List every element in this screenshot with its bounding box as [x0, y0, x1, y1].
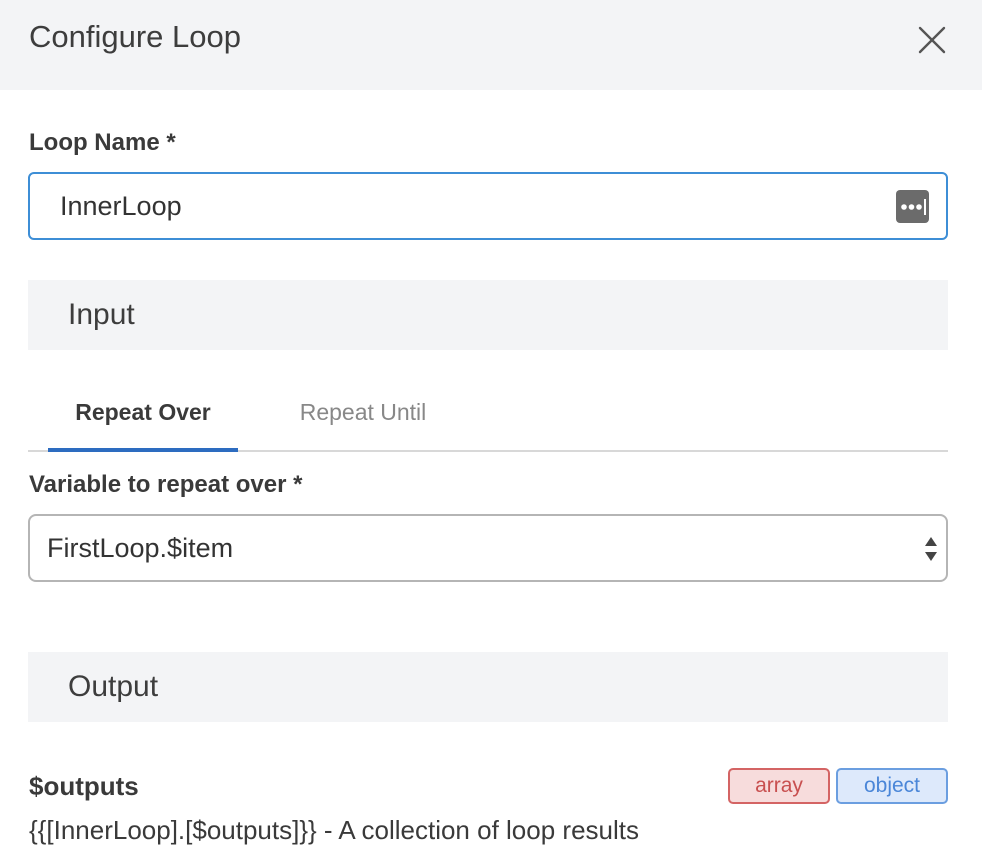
output-description: {{[InnerLoop].[$outputs]}} - A collectio… [29, 815, 639, 845]
tab-repeat-until[interactable]: Repeat Until [278, 376, 448, 450]
loop-name-input[interactable] [60, 174, 880, 238]
tab-repeat-over[interactable]: Repeat Over [48, 376, 238, 452]
output-section-title: Output [68, 670, 159, 703]
output-section-header: Output [28, 652, 948, 722]
loop-name-options-button[interactable] [896, 190, 929, 223]
type-badge-object: object [836, 768, 948, 804]
loop-name-field-wrapper [28, 172, 948, 240]
select-arrows-icon [923, 534, 939, 564]
input-section-title: Input [68, 298, 135, 331]
input-section-header: Input [28, 280, 948, 350]
variable-label: Variable to repeat over * [29, 471, 303, 498]
more-dots-icon [901, 199, 926, 215]
dialog-title: Configure Loop [29, 19, 241, 54]
output-name: $outputs [29, 771, 139, 801]
input-tabs: Repeat Over Repeat Until [28, 376, 948, 452]
close-button[interactable] [912, 20, 952, 60]
variable-select[interactable]: FirstLoop.$item [28, 514, 948, 582]
loop-name-label: Loop Name * [29, 129, 176, 156]
close-icon [918, 26, 946, 54]
type-badge-array: array [728, 768, 830, 804]
variable-select-value: FirstLoop.$item [47, 533, 234, 563]
dialog-header: Configure Loop [0, 0, 982, 90]
